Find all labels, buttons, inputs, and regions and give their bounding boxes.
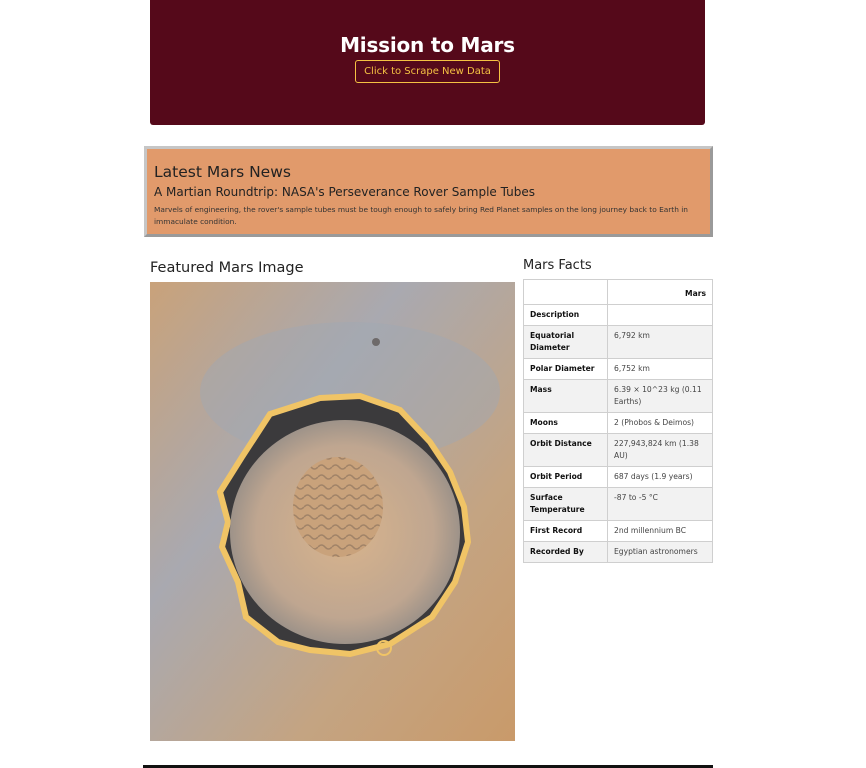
fact-label: Recorded By bbox=[523, 541, 608, 563]
table-header-blank bbox=[523, 279, 608, 305]
fact-label: Equatorial Diameter bbox=[523, 325, 608, 359]
fact-value: -87 to -5 °C bbox=[607, 487, 713, 521]
fact-value: 227,943,824 km (1.38 AU) bbox=[607, 433, 713, 467]
scrape-button[interactable]: Click to Scrape New Data bbox=[355, 60, 500, 83]
fact-value: 687 days (1.9 years) bbox=[607, 466, 713, 488]
table-column-header: Mars bbox=[607, 279, 713, 305]
fact-value: 6,792 km bbox=[607, 325, 713, 359]
fact-label: First Record bbox=[523, 520, 608, 542]
fact-label: Polar Diameter bbox=[523, 358, 608, 380]
news-teaser: Marvels of engineering, the rover's samp… bbox=[154, 205, 688, 226]
table-row: Recorded By Egyptian astronomers bbox=[523, 541, 713, 563]
table-row: Orbit Distance 227,943,824 km (1.38 AU) bbox=[523, 433, 713, 467]
table-row: Orbit Period 687 days (1.9 years) bbox=[523, 466, 713, 488]
fact-value: 6.39 × 10^23 kg (0.11 Earths) bbox=[607, 379, 713, 413]
table-row: Surface Temperature -87 to -5 °C bbox=[523, 487, 713, 521]
fact-label: Moons bbox=[523, 412, 608, 434]
table-row: Moons 2 (Phobos & Deimos) bbox=[523, 412, 713, 434]
table-row: Polar Diameter 6,752 km bbox=[523, 358, 713, 380]
table-row: First Record 2nd millennium BC bbox=[523, 520, 713, 542]
featured-image-title: Featured Mars Image bbox=[150, 260, 304, 276]
fact-label: Orbit Distance bbox=[523, 433, 608, 467]
table-row: Mass 6.39 × 10^23 kg (0.11 Earths) bbox=[523, 379, 713, 413]
fact-label: Description bbox=[523, 304, 608, 326]
facts-title: Mars Facts bbox=[523, 258, 592, 273]
header-jumbotron: Mission to Mars Click to Scrape New Data bbox=[150, 0, 705, 125]
fact-label: Orbit Period bbox=[523, 466, 608, 488]
table-row: Description bbox=[523, 304, 713, 326]
news-headline: A Martian Roundtrip: NASA's Perseverance… bbox=[154, 185, 535, 199]
fact-value: 2nd millennium BC bbox=[607, 520, 713, 542]
featured-mars-image bbox=[150, 282, 515, 741]
crater-image bbox=[150, 282, 515, 741]
fact-value: 2 (Phobos & Deimos) bbox=[607, 412, 713, 434]
news-section-title: Latest Mars News bbox=[154, 163, 291, 181]
page-title: Mission to Mars bbox=[340, 33, 515, 57]
fact-label: Mass bbox=[523, 379, 608, 413]
table-row: Equatorial Diameter 6,792 km bbox=[523, 325, 713, 359]
fact-label: Surface Temperature bbox=[523, 487, 608, 521]
fact-value: Egyptian astronomers bbox=[607, 541, 713, 563]
fact-value bbox=[607, 304, 713, 326]
fact-value: 6,752 km bbox=[607, 358, 713, 380]
news-panel: Latest Mars News A Martian Roundtrip: NA… bbox=[144, 146, 713, 237]
mars-facts-table: Mars Description Equatorial Diameter 6,79… bbox=[523, 279, 713, 563]
table-header-row: Mars bbox=[523, 279, 713, 305]
